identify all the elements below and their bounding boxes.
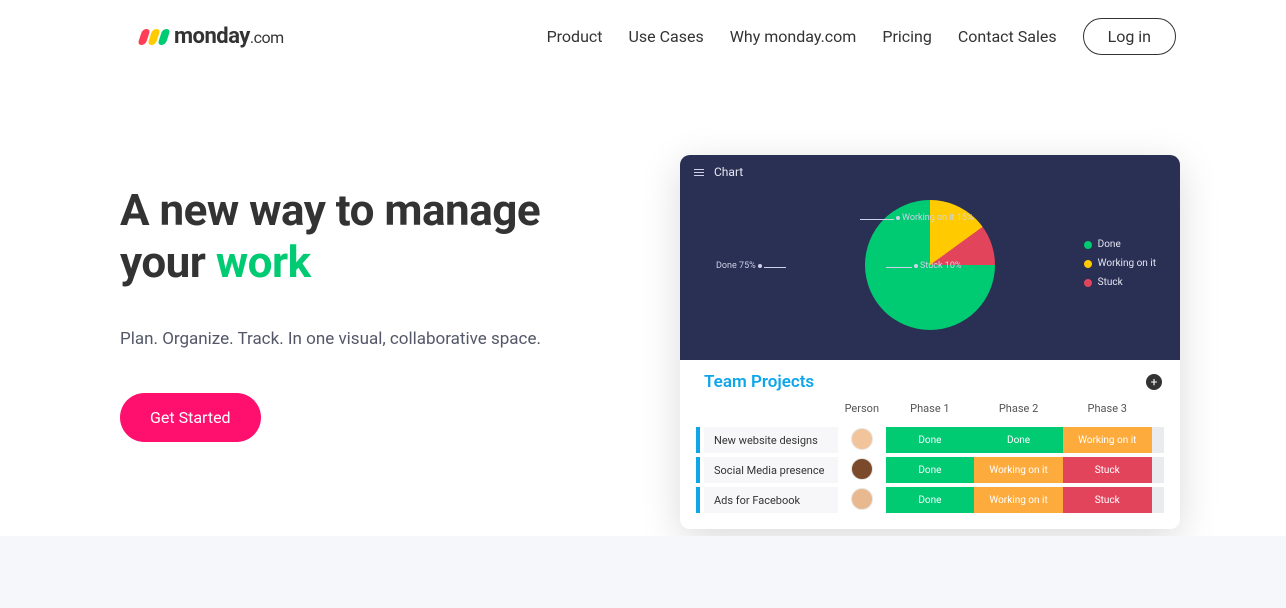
avatar[interactable] <box>851 428 873 450</box>
footer-band <box>0 536 1286 608</box>
status-badge[interactable]: Working on it <box>974 487 1063 513</box>
status-badge[interactable]: Done <box>974 427 1063 453</box>
brand-name: monday.com <box>174 24 284 49</box>
plus-icon: + <box>1151 375 1158 389</box>
col-phase1: Phase 1 <box>886 398 975 425</box>
hero-copy: A new way to manage your work Plan. Orga… <box>120 185 640 559</box>
chart-title: Chart <box>714 165 743 179</box>
nav-why[interactable]: Why monday.com <box>730 27 857 46</box>
status-badge[interactable]: Working on it <box>974 457 1063 483</box>
nav-product[interactable]: Product <box>547 27 603 46</box>
callout-done: Done 75% <box>716 261 764 271</box>
task-name: Ads for Facebook <box>714 494 800 507</box>
pie-chart: Done 75% Working on it 15% Stuck 10% Don… <box>694 187 1166 342</box>
chart-legend: Done Working on it Stuck <box>1084 239 1156 288</box>
logo-icon <box>140 29 168 45</box>
primary-nav: Product Use Cases Why monday.com Pricing… <box>547 18 1176 55</box>
table-row[interactable]: Ads for Facebook Done Working on it Stuc… <box>704 485 1164 513</box>
login-button[interactable]: Log in <box>1083 18 1176 55</box>
nav-contact-sales[interactable]: Contact Sales <box>958 27 1057 46</box>
product-preview-card: Chart Done 75% Working on it 15% Stuck 1… <box>680 155 1180 529</box>
status-badge[interactable]: Done <box>886 427 975 453</box>
legend-done: Done <box>1084 239 1156 250</box>
chart-header: Chart <box>694 165 1166 179</box>
hero-section: A new way to manage your work Plan. Orga… <box>0 55 1286 559</box>
hero-headline: A new way to manage your work <box>120 185 640 289</box>
col-person: Person <box>838 398 885 425</box>
status-badge[interactable]: Stuck <box>1063 457 1152 483</box>
table-head: Person Phase 1 Phase 2 Phase 3 <box>704 398 1164 425</box>
status-badge[interactable]: Working on it <box>1063 427 1152 453</box>
table-panel: Team Projects + Person Phase 1 Phase 2 P… <box>680 360 1180 529</box>
chart-panel: Chart Done 75% Working on it 15% Stuck 1… <box>680 155 1180 360</box>
callout-working: Working on it 15% <box>894 213 973 223</box>
avatar[interactable] <box>851 488 873 510</box>
project-table: Person Phase 1 Phase 2 Phase 3 New websi… <box>704 398 1164 513</box>
status-badge[interactable]: Done <box>886 457 975 483</box>
nav-pricing[interactable]: Pricing <box>882 27 932 46</box>
status-badge[interactable]: Stuck <box>1063 487 1152 513</box>
get-started-button[interactable]: Get Started <box>120 393 261 442</box>
menu-icon[interactable] <box>694 169 704 176</box>
task-name: New website designs <box>714 434 818 447</box>
table-title: Team Projects <box>704 372 1164 392</box>
brand-logo[interactable]: monday.com <box>140 24 284 49</box>
legend-working: Working on it <box>1084 258 1156 269</box>
site-header: monday.com Product Use Cases Why monday.… <box>0 0 1286 55</box>
legend-stuck: Stuck <box>1084 277 1156 288</box>
table-row[interactable]: New website designs Done Done Working on… <box>704 425 1164 455</box>
status-badge[interactable]: Done <box>886 487 975 513</box>
task-name: Social Media presence <box>714 464 824 477</box>
nav-use-cases[interactable]: Use Cases <box>629 27 704 46</box>
hero-subhead: Plan. Organize. Track. In one visual, co… <box>120 329 640 349</box>
col-phase3: Phase 3 <box>1063 398 1152 425</box>
callout-stuck: Stuck 10% <box>912 261 961 271</box>
col-phase2: Phase 2 <box>974 398 1063 425</box>
table-row[interactable]: Social Media presence Done Working on it… <box>704 455 1164 485</box>
avatar[interactable] <box>851 458 873 480</box>
add-button[interactable]: + <box>1146 374 1162 390</box>
